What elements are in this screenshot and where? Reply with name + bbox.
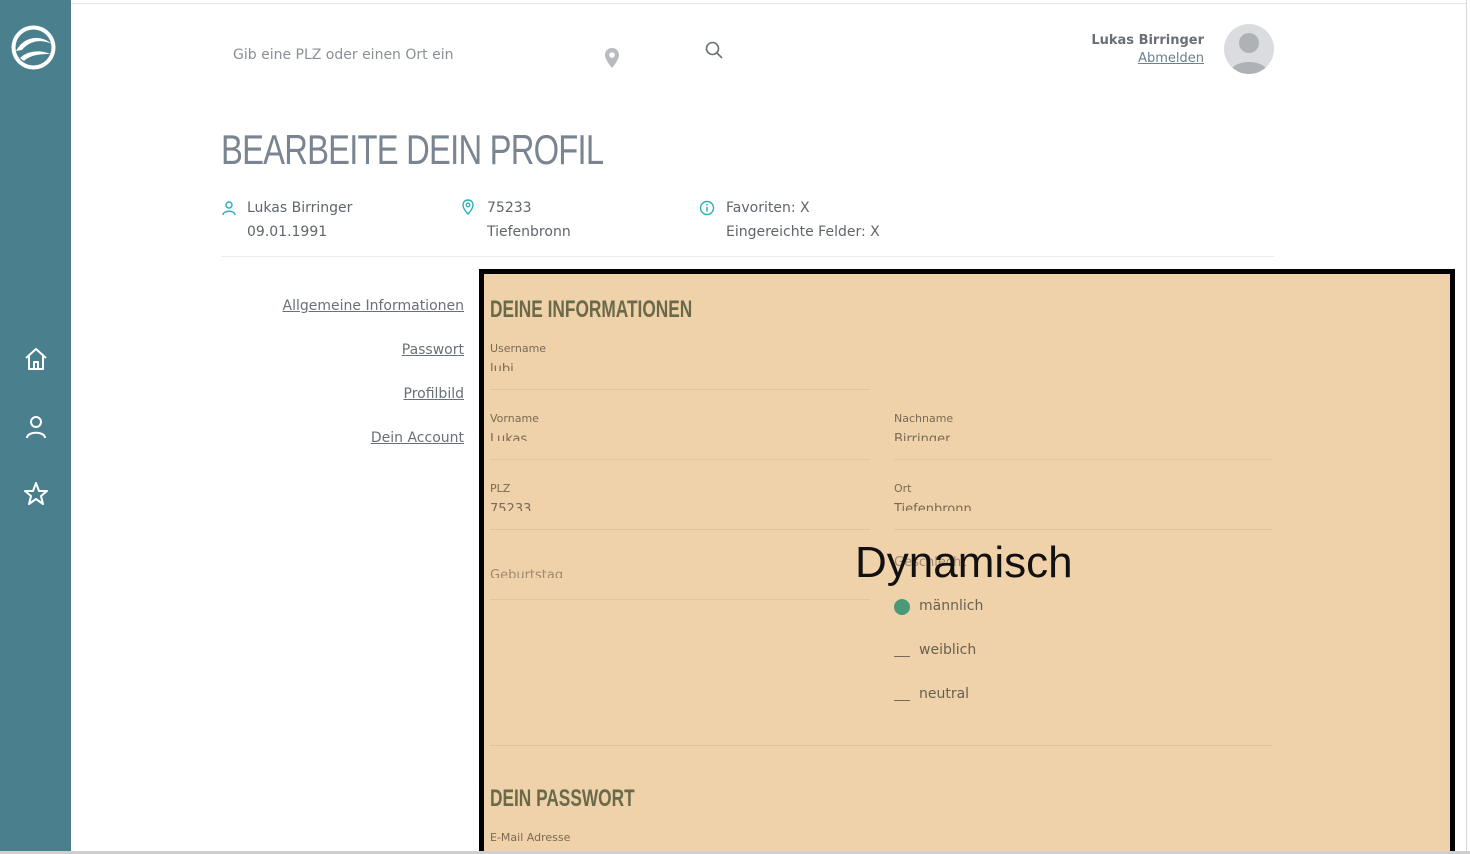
gender-label-female[interactable]: weiblich (919, 642, 976, 658)
zip-field[interactable]: 75233 (490, 503, 531, 511)
firstname-field[interactable]: Lukas (490, 433, 527, 441)
sidebar (0, 0, 71, 854)
section-title-info: DEINE INFORMATIONEN (490, 296, 693, 323)
favorites-count: Favoriten: X (726, 200, 810, 216)
page-title: BEARBEITE DEIN PROFIL (221, 126, 604, 173)
avatar-placeholder-icon (1230, 33, 1268, 74)
username-underline (490, 389, 870, 390)
gender-radio-male[interactable] (894, 599, 910, 615)
city-underline (894, 529, 1272, 530)
right-edge (1466, 0, 1467, 854)
section-divider (221, 256, 1274, 257)
gender-radio-female[interactable] (894, 645, 910, 657)
top-divider (71, 3, 1466, 4)
logout-link[interactable]: Abmelden (1138, 51, 1204, 66)
search-icon[interactable] (704, 40, 724, 60)
home-icon[interactable] (22, 345, 50, 373)
section-title-password: DEIN PASSWORT (490, 785, 635, 812)
city-label: Ort (894, 482, 912, 495)
username-label: Username (490, 342, 547, 355)
firstname-underline (490, 459, 870, 460)
header-user-name: Lukas Birringer (1091, 33, 1204, 48)
star-icon[interactable] (22, 480, 50, 508)
profile-zip: 75233 (487, 200, 532, 216)
gender-radio-neutral[interactable] (894, 689, 910, 701)
zip-label: PLZ (490, 482, 511, 495)
info-icon (699, 200, 715, 216)
city-field[interactable]: Tiefenbronn (894, 503, 972, 511)
link-profile-picture[interactable]: Profilbild (404, 386, 464, 402)
gender-label-male[interactable]: männlich (919, 598, 983, 614)
link-account[interactable]: Dein Account (371, 430, 464, 446)
lastname-underline (894, 459, 1272, 460)
profile-name: Lukas Birringer (247, 200, 353, 216)
profile-birthday: 09.01.1991 (247, 224, 328, 240)
lastname-field[interactable]: Birringer (894, 433, 950, 441)
location-pin-icon[interactable] (603, 47, 621, 69)
user-icon (222, 201, 236, 216)
profile-city: Tiefenbronn (487, 224, 571, 240)
firstname-label: Vorname (490, 412, 539, 425)
link-general-info[interactable]: Allgemeine Informationen (283, 298, 464, 314)
user-icon[interactable] (22, 413, 50, 441)
location-pin-icon (462, 199, 474, 215)
dynamic-overlay-text: Dynamisch (855, 538, 1073, 587)
lastname-label: Nachname (894, 412, 954, 425)
avatar[interactable] (1224, 24, 1274, 74)
birthday-field[interactable]: Geburtstag (490, 568, 563, 578)
email-label: E-Mail Adresse (490, 831, 571, 844)
search-input[interactable]: Gib eine PLZ oder einen Ort ein (233, 47, 453, 63)
app-window: Gib eine PLZ oder einen Ort ein Lukas Bi… (0, 0, 1470, 854)
gender-label-neutral[interactable]: neutral (919, 686, 969, 702)
zip-underline (490, 529, 870, 530)
username-field[interactable]: lubi (490, 363, 514, 371)
brand-logo[interactable] (10, 24, 57, 71)
birthday-underline (490, 599, 870, 600)
submitted-fields-count: Eingereichte Felder: X (726, 224, 880, 240)
form-section-divider (490, 745, 1272, 746)
link-password[interactable]: Passwort (402, 342, 464, 358)
